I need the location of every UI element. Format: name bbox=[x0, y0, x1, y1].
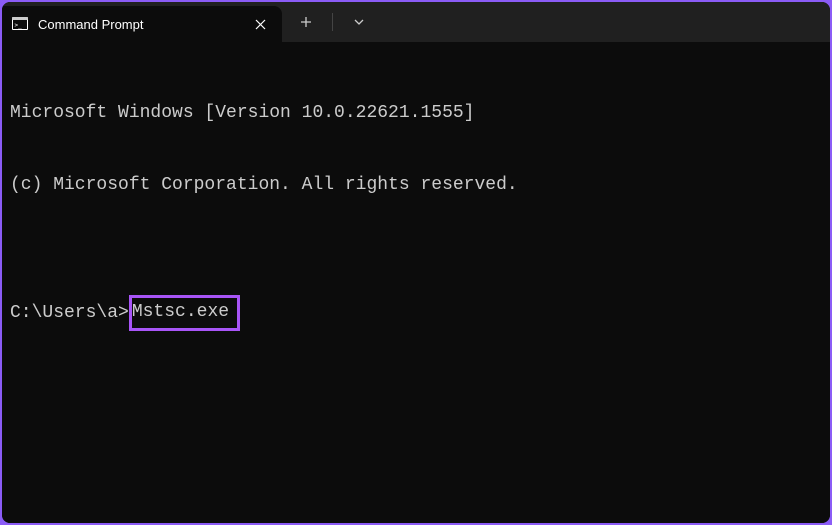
command-text: Mstsc.exe bbox=[132, 302, 229, 322]
prompt-line: C:\Users\a>Mstsc.exe bbox=[10, 295, 822, 331]
new-tab-button[interactable] bbox=[290, 6, 322, 38]
cmd-icon: >_ bbox=[12, 16, 28, 32]
terminal-window: >_ Command Prompt bbox=[2, 2, 830, 523]
tab-dropdown-button[interactable] bbox=[343, 6, 375, 38]
version-line: Microsoft Windows [Version 10.0.22621.15… bbox=[10, 101, 822, 125]
copyright-line: (c) Microsoft Corporation. All rights re… bbox=[10, 173, 822, 197]
titlebar: >_ Command Prompt bbox=[2, 2, 830, 42]
tab-title: Command Prompt bbox=[38, 17, 240, 32]
svg-text:>_: >_ bbox=[15, 22, 23, 29]
terminal-content[interactable]: Microsoft Windows [Version 10.0.22621.15… bbox=[2, 42, 830, 523]
divider bbox=[332, 13, 333, 31]
command-highlight: Mstsc.exe bbox=[129, 295, 240, 331]
prompt-path: C:\Users\a> bbox=[10, 301, 129, 325]
titlebar-actions bbox=[282, 2, 375, 42]
tab-close-button[interactable] bbox=[250, 14, 270, 34]
active-tab[interactable]: >_ Command Prompt bbox=[2, 6, 282, 42]
